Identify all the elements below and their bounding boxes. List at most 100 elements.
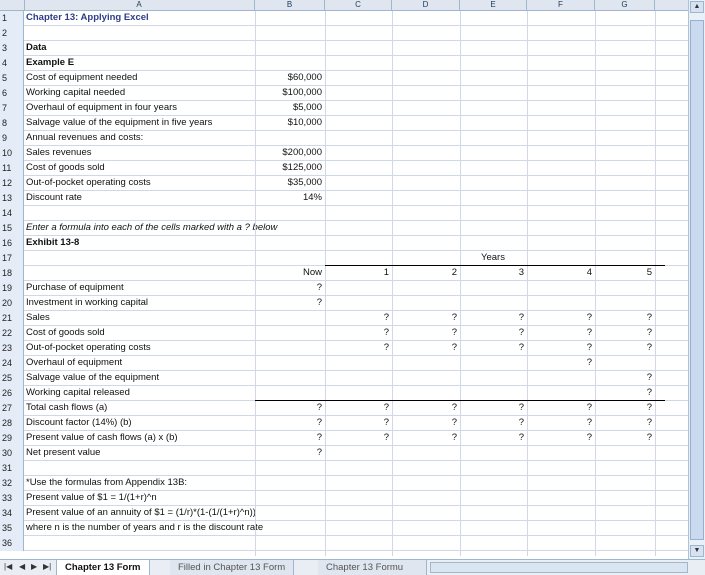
cell-f24[interactable]: ? bbox=[529, 356, 592, 370]
scroll-thumb[interactable] bbox=[690, 20, 704, 540]
cell-b30[interactable]: ? bbox=[257, 446, 322, 460]
cell-a32[interactable]: *Use the formulas from Appendix 13B: bbox=[26, 476, 252, 490]
row-header[interactable]: 35 bbox=[0, 521, 24, 536]
cell-g27[interactable]: ? bbox=[597, 401, 652, 415]
cell-a16[interactable]: Exhibit 13-8 bbox=[26, 236, 252, 250]
row-header[interactable]: 25 bbox=[0, 371, 24, 386]
cell-b27[interactable]: ? bbox=[257, 401, 322, 415]
tab-filled-in-chapter-13-form[interactable]: Filled in Chapter 13 Form bbox=[170, 560, 295, 575]
tab-chapter-13-formulas[interactable]: Chapter 13 Formu bbox=[318, 560, 427, 575]
cell-a15[interactable]: Enter a formula into each of the cells m… bbox=[26, 221, 277, 235]
cell-e18[interactable]: 3 bbox=[462, 266, 524, 280]
cell-d29[interactable]: ? bbox=[394, 431, 457, 445]
column-header-f[interactable]: F bbox=[527, 0, 595, 10]
cell-e17[interactable]: Years bbox=[462, 251, 524, 265]
row-header[interactable]: 30 bbox=[0, 446, 24, 461]
cell-d23[interactable]: ? bbox=[394, 341, 457, 355]
cell-g29[interactable]: ? bbox=[597, 431, 652, 445]
cell-a3[interactable]: Data bbox=[26, 41, 252, 55]
cell-f21[interactable]: ? bbox=[529, 311, 592, 325]
cell-a27[interactable]: Total cash flows (a) bbox=[26, 401, 252, 415]
cell-d28[interactable]: ? bbox=[394, 416, 457, 430]
cell-b29[interactable]: ? bbox=[257, 431, 322, 445]
cell-a9[interactable]: Annual revenues and costs: bbox=[26, 131, 252, 145]
cell-e22[interactable]: ? bbox=[462, 326, 524, 340]
cell-g28[interactable]: ? bbox=[597, 416, 652, 430]
cell-a35[interactable]: where n is the number of years and r is … bbox=[26, 521, 263, 535]
cell-b8[interactable]: $10,000 bbox=[257, 116, 322, 130]
cell-e27[interactable]: ? bbox=[462, 401, 524, 415]
cell-a25[interactable]: Salvage value of the equipment bbox=[26, 371, 252, 385]
cell-b20[interactable]: ? bbox=[257, 296, 322, 310]
cell-d18[interactable]: 2 bbox=[394, 266, 457, 280]
last-sheet-icon[interactable]: ▶| bbox=[43, 562, 51, 571]
cell-g26[interactable]: ? bbox=[597, 386, 652, 400]
prev-sheet-icon[interactable]: ◀ bbox=[19, 562, 25, 571]
row-header[interactable]: 6 bbox=[0, 86, 24, 101]
cell-e21[interactable]: ? bbox=[462, 311, 524, 325]
cell-a33[interactable]: Present value of $1 = 1/(1+r)^n bbox=[26, 491, 252, 505]
cell-a29[interactable]: Present value of cash flows (a) x (b) bbox=[26, 431, 252, 445]
row-header[interactable]: 12 bbox=[0, 176, 24, 191]
cell-a4[interactable]: Example E bbox=[26, 56, 252, 70]
scroll-down-icon[interactable]: ▼ bbox=[690, 545, 704, 557]
scroll-up-icon[interactable]: ▲ bbox=[690, 1, 704, 13]
cell-e23[interactable]: ? bbox=[462, 341, 524, 355]
cell-a1[interactable]: Chapter 13: Applying Excel bbox=[26, 11, 252, 25]
cell-f28[interactable]: ? bbox=[529, 416, 592, 430]
tab-chapter-13-form[interactable]: Chapter 13 Form bbox=[56, 560, 150, 575]
cell-d22[interactable]: ? bbox=[394, 326, 457, 340]
row-header[interactable]: 23 bbox=[0, 341, 24, 356]
column-header-e[interactable]: E bbox=[460, 0, 527, 10]
cell-e28[interactable]: ? bbox=[462, 416, 524, 430]
cell-a20[interactable]: Investment in working capital bbox=[26, 296, 252, 310]
row-header[interactable]: 18 bbox=[0, 266, 24, 281]
cell-a24[interactable]: Overhaul of equipment bbox=[26, 356, 252, 370]
row-header[interactable]: 20 bbox=[0, 296, 24, 311]
cell-g23[interactable]: ? bbox=[597, 341, 652, 355]
row-header[interactable]: 8 bbox=[0, 116, 24, 131]
cell-g21[interactable]: ? bbox=[597, 311, 652, 325]
row-header[interactable]: 19 bbox=[0, 281, 24, 296]
cell-a30[interactable]: Net present value bbox=[26, 446, 252, 460]
row-header[interactable]: 17 bbox=[0, 251, 24, 266]
cell-a11[interactable]: Cost of goods sold bbox=[26, 161, 252, 175]
cell-b7[interactable]: $5,000 bbox=[257, 101, 322, 115]
cell-f23[interactable]: ? bbox=[529, 341, 592, 355]
row-header[interactable]: 7 bbox=[0, 101, 24, 116]
cell-d27[interactable]: ? bbox=[394, 401, 457, 415]
row-header[interactable]: 16 bbox=[0, 236, 24, 251]
cell-a5[interactable]: Cost of equipment needed bbox=[26, 71, 252, 85]
cell-b12[interactable]: $35,000 bbox=[257, 176, 322, 190]
row-header[interactable]: 13 bbox=[0, 191, 24, 206]
row-header[interactable]: 33 bbox=[0, 491, 24, 506]
cell-f29[interactable]: ? bbox=[529, 431, 592, 445]
cell-b5[interactable]: $60,000 bbox=[257, 71, 322, 85]
row-header[interactable]: 36 bbox=[0, 536, 24, 551]
cell-c18[interactable]: 1 bbox=[327, 266, 389, 280]
row-header[interactable]: 29 bbox=[0, 431, 24, 446]
cell-c23[interactable]: ? bbox=[327, 341, 389, 355]
row-header[interactable]: 5 bbox=[0, 71, 24, 86]
cell-b19[interactable]: ? bbox=[257, 281, 322, 295]
cell-e29[interactable]: ? bbox=[462, 431, 524, 445]
cell-c22[interactable]: ? bbox=[327, 326, 389, 340]
cell-a6[interactable]: Working capital needed bbox=[26, 86, 252, 100]
row-header[interactable]: 32 bbox=[0, 476, 24, 491]
cell-a21[interactable]: Sales bbox=[26, 311, 252, 325]
first-sheet-icon[interactable]: |◀ bbox=[4, 562, 12, 571]
cell-a23[interactable]: Out-of-pocket operating costs bbox=[26, 341, 252, 355]
cell-g18[interactable]: 5 bbox=[597, 266, 652, 280]
cell-c28[interactable]: ? bbox=[327, 416, 389, 430]
cell-a8[interactable]: Salvage value of the equipment in five y… bbox=[26, 116, 252, 130]
vertical-scrollbar[interactable]: ▲ ▼ bbox=[688, 0, 705, 560]
row-header[interactable]: 2 bbox=[0, 26, 24, 41]
cell-b11[interactable]: $125,000 bbox=[257, 161, 322, 175]
column-header-g[interactable]: G bbox=[595, 0, 655, 10]
row-header[interactable]: 26 bbox=[0, 386, 24, 401]
row-header[interactable]: 21 bbox=[0, 311, 24, 326]
cell-b28[interactable]: ? bbox=[257, 416, 322, 430]
column-header-c[interactable]: C bbox=[325, 0, 392, 10]
cell-b13[interactable]: 14% bbox=[257, 191, 322, 205]
cell-a13[interactable]: Discount rate bbox=[26, 191, 252, 205]
